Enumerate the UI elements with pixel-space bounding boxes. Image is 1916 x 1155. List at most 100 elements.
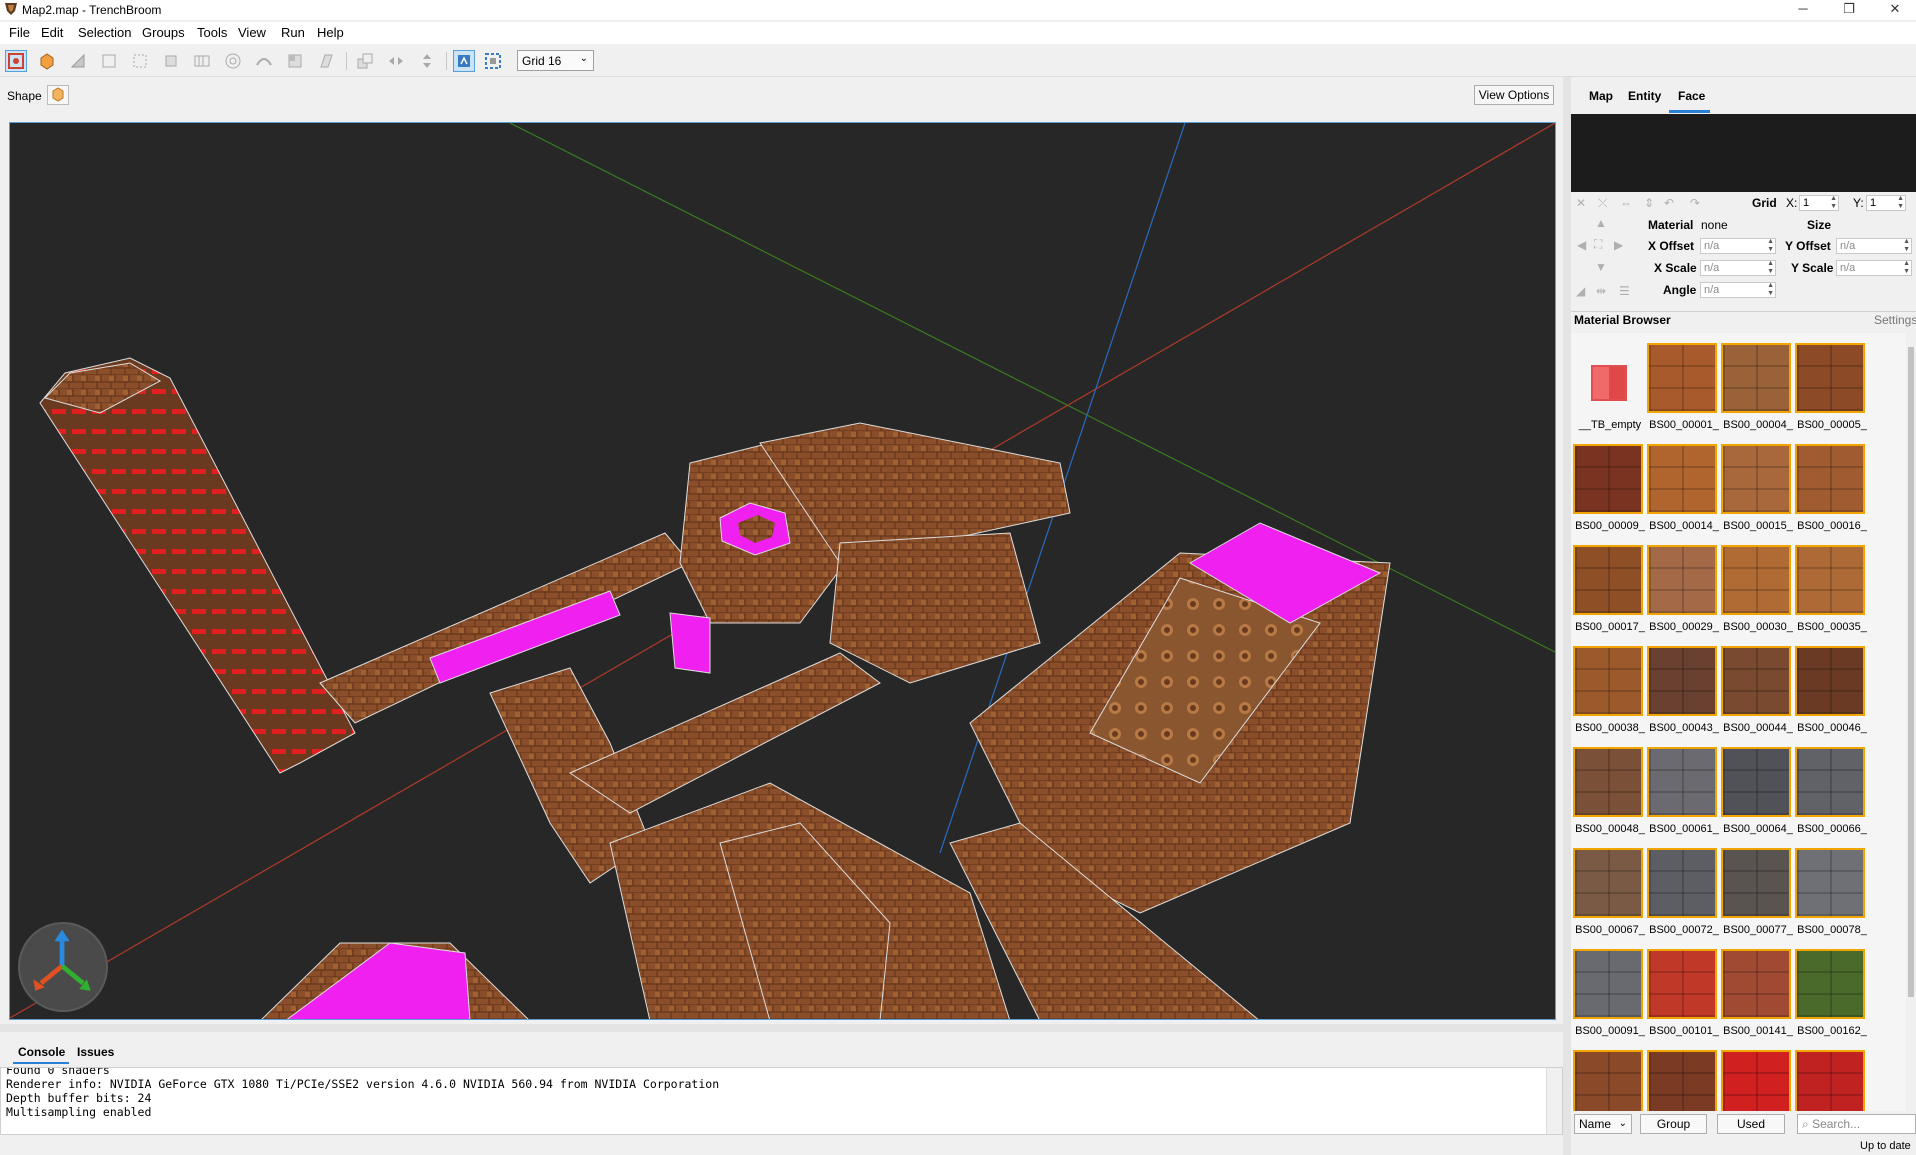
angle-input[interactable]: n/a ▲ ▼ [1700, 282, 1776, 298]
material-tile[interactable] [1573, 1050, 1643, 1111]
console-output[interactable]: Found 0 shaders Renderer info: NVIDIA Ge… [0, 1067, 1563, 1135]
3d-viewport[interactable] [9, 122, 1556, 1020]
material-browser-settings[interactable]: Settings [1874, 313, 1916, 327]
rotate-ccw-icon[interactable]: ↶ [1664, 196, 1674, 210]
view-orientation-gizmo[interactable] [18, 922, 108, 1012]
console-splitter[interactable] [0, 1024, 1563, 1032]
material-tile[interactable] [1721, 1050, 1791, 1111]
y-offset-input[interactable]: n/a ▲ ▼ [1836, 238, 1912, 254]
sort-by-dropdown[interactable]: Name ⌄ [1574, 1114, 1632, 1134]
menu-run[interactable]: Run [281, 25, 305, 40]
uv-lock-icon[interactable] [482, 50, 504, 72]
brush-tool-icon[interactable] [36, 50, 58, 72]
material-tile[interactable] [1647, 949, 1717, 1019]
material-tile[interactable] [1795, 848, 1865, 918]
rotate-tool-icon[interactable] [191, 50, 213, 72]
align-bottom-icon[interactable]: ▼ [1595, 260, 1607, 274]
clip-tool-icon[interactable] [67, 50, 89, 72]
material-tile[interactable] [1721, 343, 1791, 413]
material-tile[interactable] [1573, 848, 1643, 918]
edge-tool-icon[interactable] [129, 50, 151, 72]
fit-face-icon[interactable]: ☰ [1619, 284, 1630, 298]
material-tile[interactable] [1795, 444, 1865, 514]
tab-entity[interactable]: Entity [1628, 89, 1661, 103]
material-grid[interactable]: __TB_empty BS00_00001_ BS00_00004_ BS00_000… [1571, 333, 1906, 1111]
material-tile[interactable] [1795, 949, 1865, 1019]
material-tile[interactable] [1721, 747, 1791, 817]
material-tile[interactable] [1721, 646, 1791, 716]
material-tile[interactable] [1721, 949, 1791, 1019]
tab-console[interactable]: Console [18, 1045, 65, 1059]
x-scale-input[interactable]: n/a ▲ ▼ [1700, 260, 1776, 276]
material-tile[interactable] [1647, 444, 1717, 514]
material-tile[interactable] [1795, 1050, 1865, 1111]
align-top-icon[interactable]: ▲ [1595, 216, 1607, 230]
face-tool-icon[interactable] [160, 50, 182, 72]
minimize-button[interactable]: ─ [1780, 0, 1826, 20]
used-button[interactable]: Used [1717, 1114, 1785, 1134]
menu-file[interactable]: File [9, 25, 30, 40]
material-tile[interactable] [1647, 848, 1717, 918]
menu-groups[interactable]: Groups [142, 25, 185, 40]
vertex-tool-icon[interactable] [98, 50, 120, 72]
group-button[interactable]: Group [1640, 1114, 1707, 1134]
tab-face[interactable]: Face [1678, 89, 1705, 103]
flip-vertical-icon[interactable] [416, 50, 438, 72]
material-tile[interactable] [1795, 545, 1865, 615]
material-tile[interactable] [1721, 848, 1791, 918]
align-right-icon[interactable]: ▶ [1614, 238, 1623, 252]
material-tile[interactable] [1573, 747, 1643, 817]
reset-uv-to-world-icon[interactable]: ⤫ [1598, 196, 1608, 211]
flip-horizontal-icon[interactable] [385, 50, 407, 72]
menu-tools[interactable]: Tools [197, 25, 227, 40]
shear-tool-icon[interactable] [253, 50, 275, 72]
close-button[interactable]: ✕ [1872, 0, 1916, 20]
uv-editor-view[interactable] [1571, 114, 1916, 192]
select-tool-icon[interactable] [5, 50, 27, 72]
texture-lock-icon[interactable] [453, 50, 475, 72]
csg-subtract-icon[interactable] [315, 50, 337, 72]
uv-grid-y-input[interactable]: 1 ▲ ▼ [1866, 195, 1906, 211]
view-options-button[interactable]: View Options [1474, 85, 1554, 105]
material-tile[interactable] [1573, 343, 1643, 413]
menu-selection[interactable]: Selection [78, 25, 131, 40]
scale-tool-icon[interactable] [222, 50, 244, 72]
material-tile[interactable] [1647, 545, 1717, 615]
material-tile[interactable] [1721, 545, 1791, 615]
shape-tool-button[interactable] [47, 85, 69, 105]
material-tile[interactable] [1795, 646, 1865, 716]
material-tile[interactable] [1721, 444, 1791, 514]
material-tile[interactable] [1647, 646, 1717, 716]
csg-convex-icon[interactable] [284, 50, 306, 72]
material-tile[interactable] [1573, 444, 1643, 514]
menu-edit[interactable]: Edit [41, 25, 63, 40]
console-scrollbar[interactable] [1546, 1068, 1562, 1134]
y-scale-input[interactable]: n/a ▲ ▼ [1836, 260, 1912, 276]
material-tile[interactable] [1795, 747, 1865, 817]
material-browser-scrollbar[interactable] [1906, 333, 1916, 1111]
material-tile[interactable] [1795, 343, 1865, 413]
inspector-splitter[interactable] [1563, 77, 1571, 1155]
rotate-cw-icon[interactable]: ↷ [1690, 196, 1700, 210]
scrollbar-thumb[interactable] [1908, 347, 1914, 997]
fit-icon[interactable]: ⛶ [1594, 237, 1602, 252]
flip-v-icon[interactable]: ⇕ [1644, 196, 1654, 210]
material-tile[interactable] [1647, 1050, 1717, 1111]
tab-map[interactable]: Map [1589, 89, 1613, 103]
material-search-input[interactable]: ⌕ Search... [1797, 1114, 1916, 1134]
menu-help[interactable]: Help [317, 25, 344, 40]
flip-u-icon[interactable]: ⇔ [1620, 196, 1632, 210]
align-left-icon[interactable]: ◀ [1577, 238, 1586, 252]
uv-grid-x-input[interactable]: 1 ▲ ▼ [1799, 195, 1839, 211]
material-tile[interactable] [1573, 646, 1643, 716]
grid-size-dropdown[interactable]: Grid 16 ⌄ [517, 50, 594, 71]
material-tile[interactable] [1647, 747, 1717, 817]
material-tile[interactable] [1573, 545, 1643, 615]
menu-view[interactable]: View [238, 25, 266, 40]
reset-uv-icon[interactable]: ✕ [1576, 196, 1586, 210]
material-tile[interactable] [1573, 949, 1643, 1019]
duplicate-icon[interactable] [354, 50, 376, 72]
fit-height-icon[interactable]: ⇹ [1596, 284, 1606, 298]
fit-width-icon[interactable]: ◢ [1576, 284, 1585, 298]
maximize-button[interactable]: ❐ [1826, 0, 1872, 20]
